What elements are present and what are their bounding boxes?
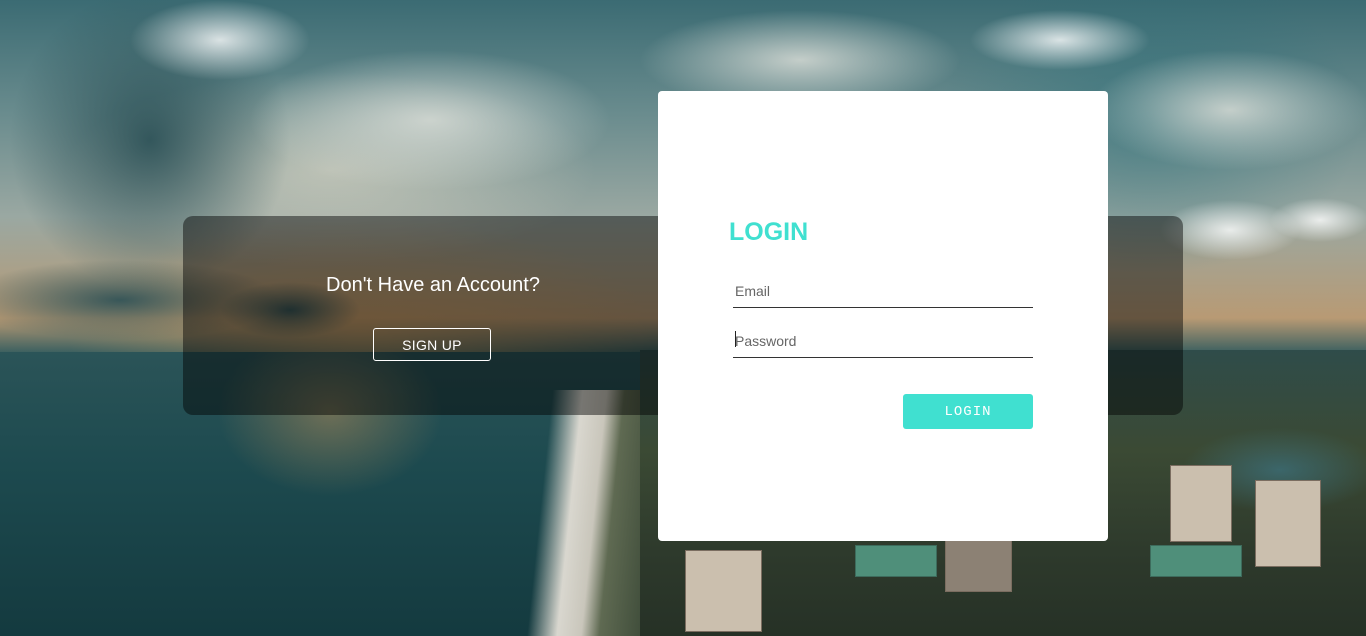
email-input[interactable] <box>733 274 1033 308</box>
signup-section: Don't Have an Account? SIGN UP <box>183 216 683 415</box>
text-cursor <box>735 331 736 347</box>
login-title: LOGIN <box>729 218 809 246</box>
signup-prompt: Don't Have an Account? <box>326 274 540 296</box>
login-button[interactable]: LOGIN <box>903 394 1033 429</box>
signup-button[interactable]: SIGN UP <box>373 328 491 361</box>
login-card: LOGIN LOGIN <box>658 91 1108 541</box>
password-input[interactable] <box>733 324 1033 358</box>
